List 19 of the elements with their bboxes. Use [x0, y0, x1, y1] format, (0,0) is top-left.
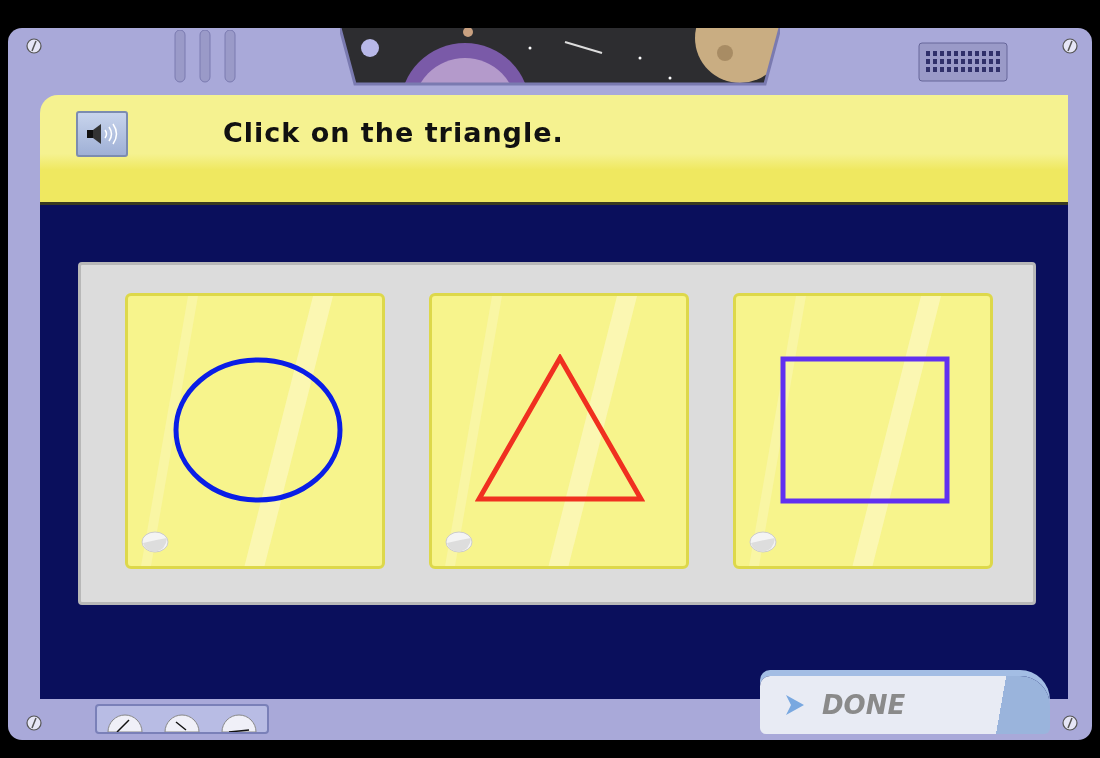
speaker-button[interactable] — [76, 111, 128, 157]
answer-card[interactable] — [125, 293, 385, 569]
grip-drawing — [173, 30, 237, 84]
speaker-icon — [85, 122, 119, 146]
answer-card[interactable] — [733, 293, 993, 569]
screw-icon — [1062, 715, 1078, 731]
screw-icon — [26, 38, 42, 54]
knob-icon — [140, 530, 170, 554]
screw-icon — [1062, 38, 1078, 54]
gauge-icon — [220, 712, 257, 732]
instruction-text: Click on the triangle. — [223, 117, 564, 148]
knob-icon — [444, 530, 474, 554]
answer-card[interactable] — [429, 293, 689, 569]
gauge-icon — [164, 712, 200, 732]
vent-icon — [918, 42, 1008, 82]
gauge-icon — [107, 712, 144, 732]
knob-icon — [748, 530, 778, 554]
screw-icon — [26, 715, 42, 731]
play-icon — [786, 695, 804, 715]
